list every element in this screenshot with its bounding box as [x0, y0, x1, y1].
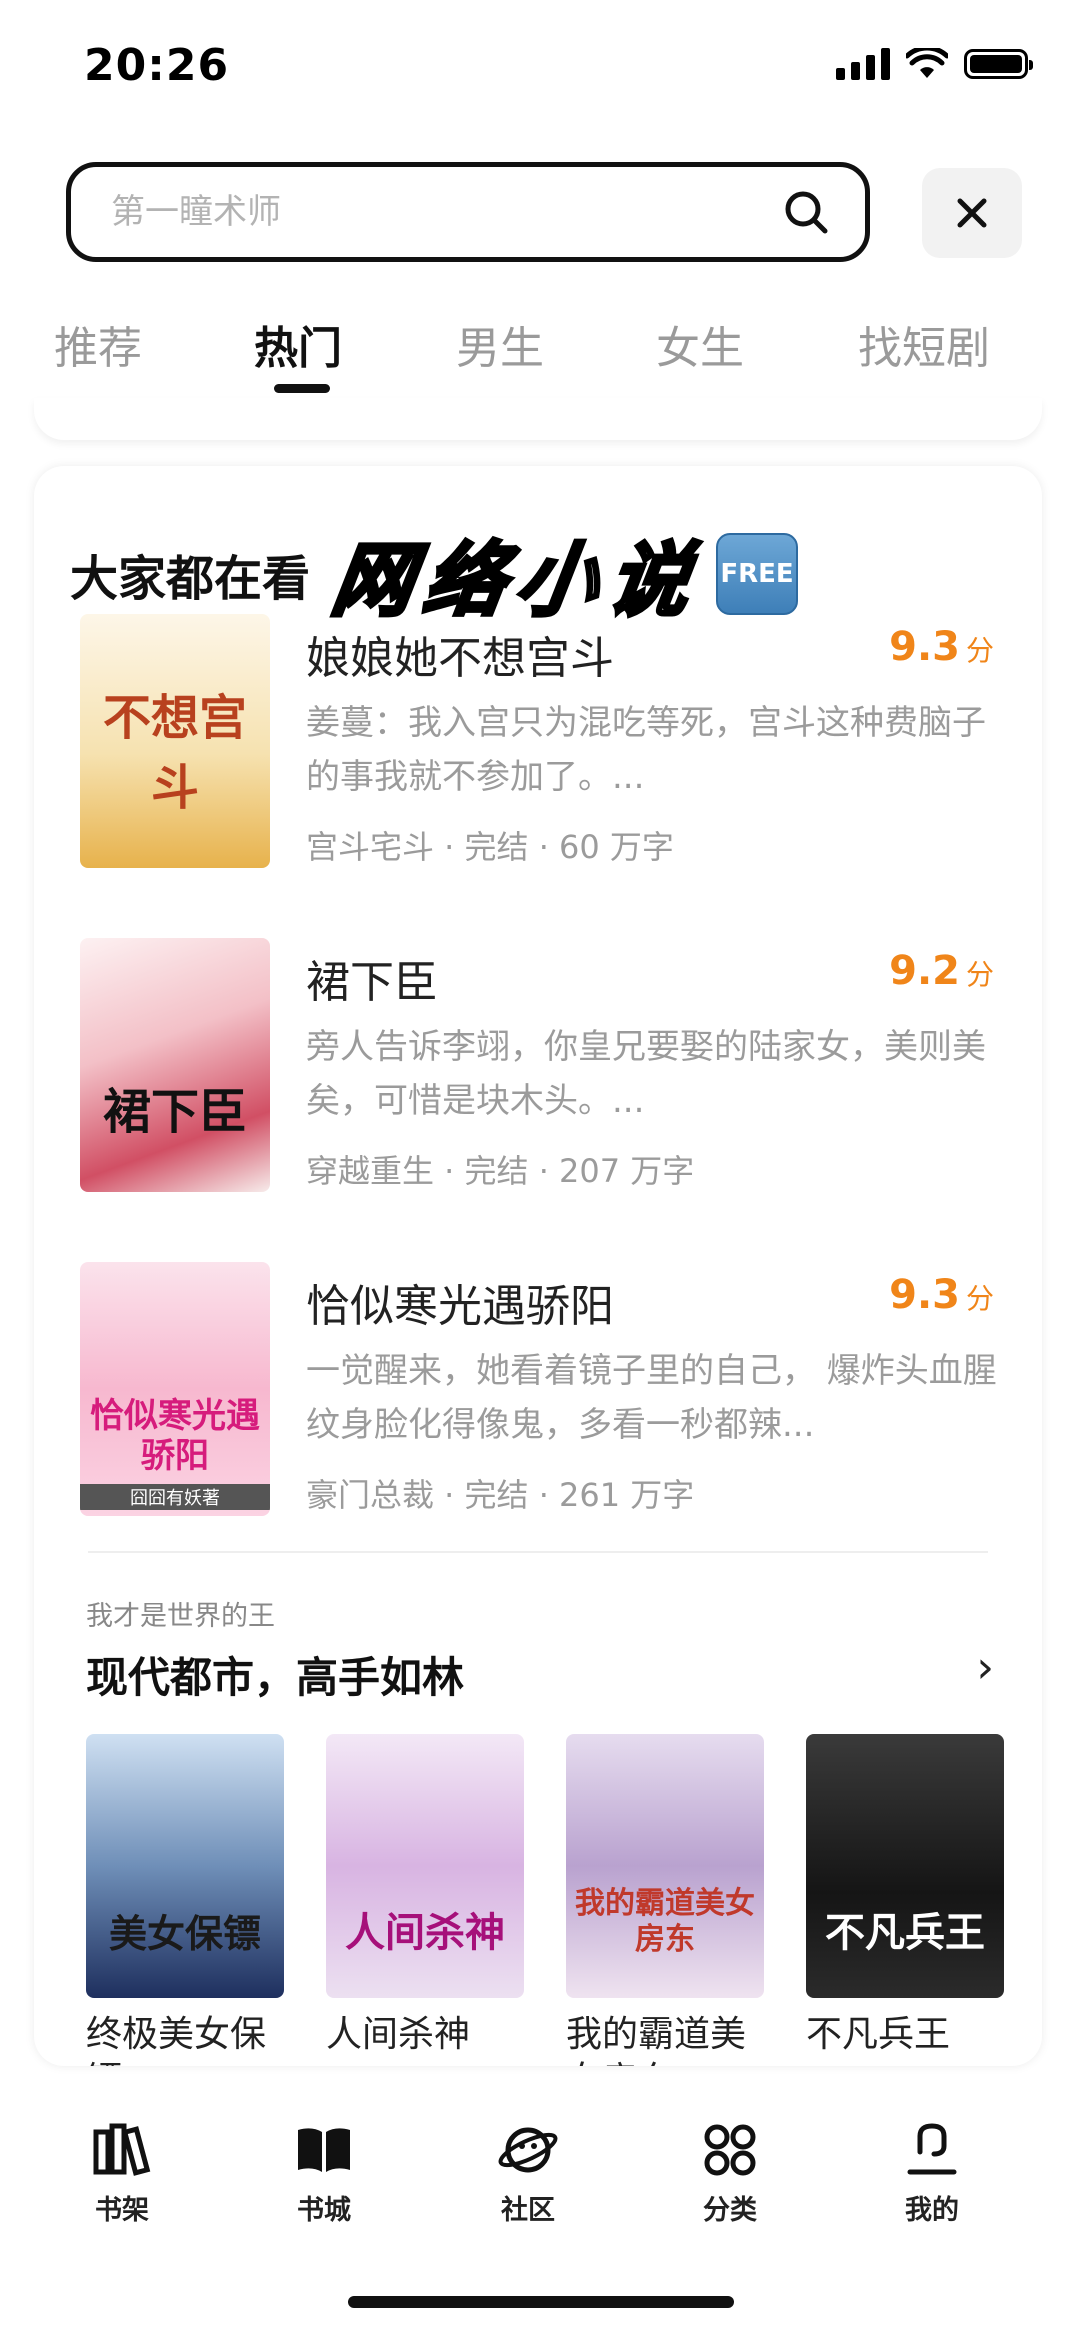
search-input[interactable] [111, 192, 783, 232]
cover-text: 不想宫斗 [102, 690, 247, 816]
cover-author: 囧囧有妖著 [80, 1484, 270, 1510]
profile-icon [907, 2123, 957, 2175]
cover-text: 人间杀神 [345, 1909, 505, 1956]
book-cover: 裙下臣 [80, 938, 270, 1192]
book-description: 一觉醒来，她看着镜子里的自己， 爆炸头血腥纹身脸化得像鬼，多看一秒都辣... [306, 1351, 997, 1445]
book-cover: 恰似寒光遇骄阳 囧囧有妖著 [80, 1262, 270, 1516]
chevron-right-icon[interactable]: › [976, 1642, 994, 1693]
book-open-icon [298, 2128, 350, 2172]
recommend-card: 大家都在看 网络小说 FREE 不想宫斗 娘娘她不想宫斗 9.3 分 姜蔓：我入宫… [34, 466, 1042, 2066]
book-score: 9.3 分 [889, 1272, 994, 1318]
status-time: 20:26 [84, 40, 230, 91]
grid-book-title[interactable]: 人间杀神 [326, 2012, 536, 2066]
grid-book-cover[interactable]: 不凡兵王 [806, 1734, 1004, 1998]
status-icons [836, 48, 1033, 80]
book-title: 裙下臣 [306, 957, 438, 1008]
nav-bookstore[interactable]: 书城 [254, 2122, 394, 2227]
book-grid: 美女保镖 终极美女保镖 人间杀神 人间杀神 我的霸道美女房东 我的霸道美女房东 … [86, 1734, 1036, 2066]
section-title[interactable]: 现代都市，高手如林 [86, 1644, 464, 1705]
nav-category[interactable]: 分类 [660, 2122, 800, 2227]
book-item[interactable]: 恰似寒光遇骄阳 囧囧有妖著 恰似寒光遇骄阳 9.3 分 一觉醒来，她看着镜子里的自… [34, 1262, 1042, 1586]
divider [88, 1551, 988, 1553]
nav-community[interactable]: 社区 [458, 2122, 598, 2227]
nav-bookshelf[interactable]: 书架 [52, 2122, 192, 2227]
tab-short-drama[interactable]: 找短剧 [858, 312, 990, 376]
grid-book-cover[interactable]: 我的霸道美女房东 [566, 1734, 764, 1998]
home-indicator [348, 2296, 734, 2308]
previous-card-edge [34, 398, 1042, 440]
cover-text: 不凡兵王 [825, 1909, 985, 1956]
free-badge: FREE [716, 533, 799, 615]
book-description: 姜蔓：我入宫只为混吃等死，宫斗这种费脑子的事我就不参加了。... [306, 703, 986, 797]
nav-profile[interactable]: 我的 [862, 2122, 1002, 2227]
section-subtitle: 我才是世界的王 [86, 1601, 275, 1632]
battery-icon [964, 49, 1033, 79]
nav-label: 分类 [703, 2195, 757, 2226]
book-list: 不想宫斗 娘娘她不想宫斗 9.3 分 姜蔓：我入宫只为混吃等死，宫斗这种费脑子的事… [34, 614, 1042, 1586]
book-item[interactable]: 裙下臣 裙下臣 9.2 分 旁人告诉李翊，你皇兄要娶的陆家女，美则美矣，可惜是块木… [34, 938, 1042, 1262]
cover-text: 我的霸道美女房东 [575, 1886, 755, 1957]
cellular-signal-icon [836, 48, 890, 80]
nav-label: 我的 [905, 2195, 959, 2226]
book-meta: 宫斗宅斗 · 完结 · 60 万字 [306, 828, 674, 866]
wifi-icon [906, 48, 948, 78]
book-cover: 不想宫斗 [80, 614, 270, 868]
tab-popular[interactable]: 热门 [254, 312, 342, 376]
nav-label: 书城 [297, 2195, 351, 2226]
book-score: 9.3 分 [889, 624, 994, 670]
cover-text: 裙下臣 [102, 1084, 247, 1140]
book-title: 娘娘她不想宫斗 [306, 633, 614, 684]
book-meta: 豪门总裁 · 完结 · 261 万字 [306, 1476, 695, 1514]
book-item[interactable]: 不想宫斗 娘娘她不想宫斗 9.3 分 姜蔓：我入宫只为混吃等死，宫斗这种费脑子的事… [34, 614, 1042, 938]
nav-label: 社区 [501, 2195, 555, 2226]
nav-label: 书架 [95, 2195, 149, 2226]
grid-book-title[interactable]: 我的霸道美女房东 [566, 2012, 776, 2066]
close-button[interactable] [922, 168, 1022, 258]
book-description: 旁人告诉李翊，你皇兄要娶的陆家女，美则美矣，可惜是块木头。... [306, 1027, 986, 1121]
tab-recommend[interactable]: 推荐 [54, 312, 142, 376]
book-meta: 穿越重生 · 完结 · 207 万字 [306, 1152, 695, 1190]
active-tab-indicator [274, 384, 330, 393]
card-title: 大家都在看 [70, 551, 311, 607]
book-title: 恰似寒光遇骄阳 [306, 1281, 614, 1332]
tab-male[interactable]: 男生 [456, 312, 544, 376]
grid-book-cover[interactable]: 美女保镖 [86, 1734, 284, 1998]
grid-icon [704, 2124, 756, 2176]
grid-book-title[interactable]: 不凡兵王 [806, 2012, 1016, 2066]
close-icon [957, 198, 987, 228]
grid-book-cover[interactable]: 人间杀神 [326, 1734, 524, 1998]
category-tabs: 推荐 热门 男生 女生 找短剧 [0, 312, 1080, 392]
bookshelf-icon [93, 2123, 151, 2176]
search-bar[interactable] [66, 162, 870, 262]
planet-icon [498, 2127, 558, 2173]
cover-text: 美女保镖 [108, 1911, 261, 1956]
book-score: 9.2 分 [889, 948, 994, 994]
cover-text: 恰似寒光遇骄阳 [90, 1396, 260, 1476]
grid-book-title[interactable]: 终极美女保镖 [86, 2012, 296, 2066]
status-bar: 20:26 [0, 0, 1080, 130]
tab-female[interactable]: 女生 [656, 312, 744, 376]
search-icon[interactable] [783, 189, 829, 235]
